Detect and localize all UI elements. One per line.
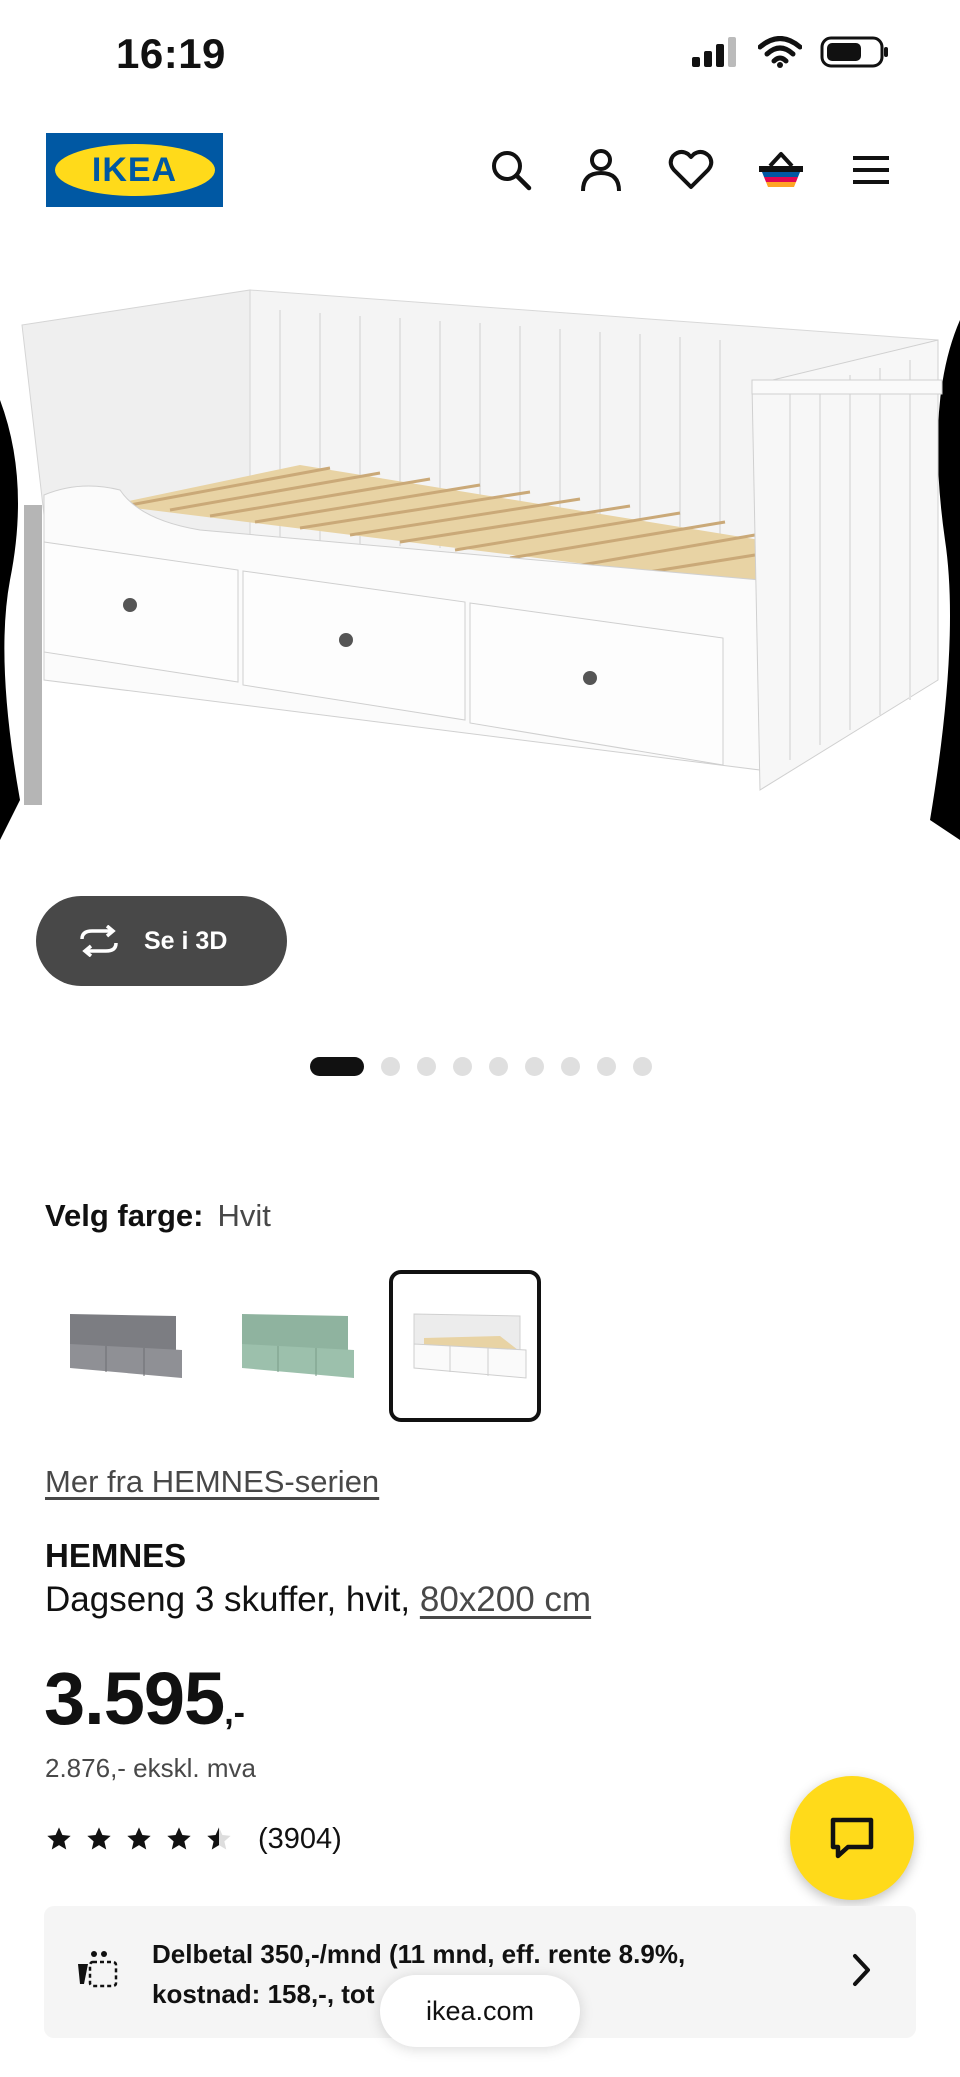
carousel-dot[interactable] bbox=[561, 1057, 580, 1076]
battery-icon bbox=[820, 36, 888, 68]
star-icon bbox=[87, 1827, 111, 1850]
ikea-logo[interactable]: IKEA bbox=[46, 133, 223, 207]
product-price: 3.595,- bbox=[44, 1656, 245, 1741]
color-label-text: Velg farge: bbox=[45, 1198, 204, 1233]
status-icons bbox=[692, 36, 890, 68]
chevron-right-icon bbox=[853, 1954, 870, 1986]
carousel-dot[interactable] bbox=[489, 1057, 508, 1076]
star-icon bbox=[167, 1827, 191, 1850]
view-3d-label: Se i 3D bbox=[144, 926, 228, 955]
carousel-dot[interactable] bbox=[381, 1057, 400, 1076]
heart-icon[interactable] bbox=[661, 140, 721, 200]
price-excl-vat: 2.876,- ekskl. mva bbox=[45, 1753, 256, 1783]
view-3d-button[interactable]: Se i 3D bbox=[36, 896, 287, 986]
product-name: HEMNES bbox=[45, 1537, 187, 1574]
carousel-dot[interactable] bbox=[310, 1057, 364, 1076]
half-star-icon bbox=[207, 1827, 231, 1850]
rating-stars[interactable] bbox=[45, 1825, 233, 1853]
logo-text: IKEA bbox=[91, 150, 178, 189]
carousel-dot[interactable] bbox=[597, 1057, 616, 1076]
product-description-text: Dagseng 3 skuffer, hvit, bbox=[45, 1580, 411, 1619]
browser-url-bar[interactable]: ikea.com bbox=[380, 1975, 580, 2047]
product-description: Dagseng 3 skuffer, hvit, 80x200 cm bbox=[45, 1580, 591, 1620]
status-time: 16:19 bbox=[116, 30, 226, 77]
size-link[interactable]: 80x200 cm bbox=[420, 1580, 591, 1619]
selected-color-value: Hvit bbox=[217, 1198, 271, 1233]
swatch-green[interactable] bbox=[217, 1270, 369, 1422]
carousel-dot[interactable] bbox=[525, 1057, 544, 1076]
wifi-icon bbox=[758, 36, 802, 68]
finance-line-1: Delbetal 350,-/mnd (11 mnd, eff. rente 8… bbox=[152, 1939, 686, 1969]
menu-icon[interactable] bbox=[841, 140, 901, 200]
carousel-dot[interactable] bbox=[417, 1057, 436, 1076]
basket-icon[interactable] bbox=[751, 140, 811, 200]
color-picker-label: Velg farge: Hvit bbox=[45, 1198, 271, 1234]
carousel-dot[interactable] bbox=[633, 1057, 652, 1076]
signal-icon bbox=[692, 37, 736, 67]
carousel-dots[interactable] bbox=[310, 1057, 652, 1076]
star-icon bbox=[47, 1827, 71, 1850]
price-value: 3.595 bbox=[44, 1657, 225, 1740]
rating-count[interactable]: (3904) bbox=[258, 1823, 342, 1856]
payment-icon bbox=[78, 1951, 118, 1988]
profile-icon[interactable] bbox=[571, 140, 631, 200]
carousel-dot[interactable] bbox=[453, 1057, 472, 1076]
chat-icon bbox=[830, 1817, 874, 1859]
color-swatches[interactable] bbox=[45, 1270, 541, 1422]
swatch-white[interactable] bbox=[389, 1270, 541, 1422]
star-icon bbox=[127, 1827, 151, 1850]
series-link[interactable]: Mer fra HEMNES-serien bbox=[45, 1464, 379, 1500]
swatch-grey[interactable] bbox=[45, 1270, 197, 1422]
search-icon[interactable] bbox=[481, 140, 541, 200]
rotate-3d-icon bbox=[80, 925, 118, 957]
price-suffix: ,- bbox=[224, 1694, 245, 1732]
chat-button[interactable] bbox=[790, 1776, 914, 1900]
product-image[interactable] bbox=[0, 280, 960, 1100]
